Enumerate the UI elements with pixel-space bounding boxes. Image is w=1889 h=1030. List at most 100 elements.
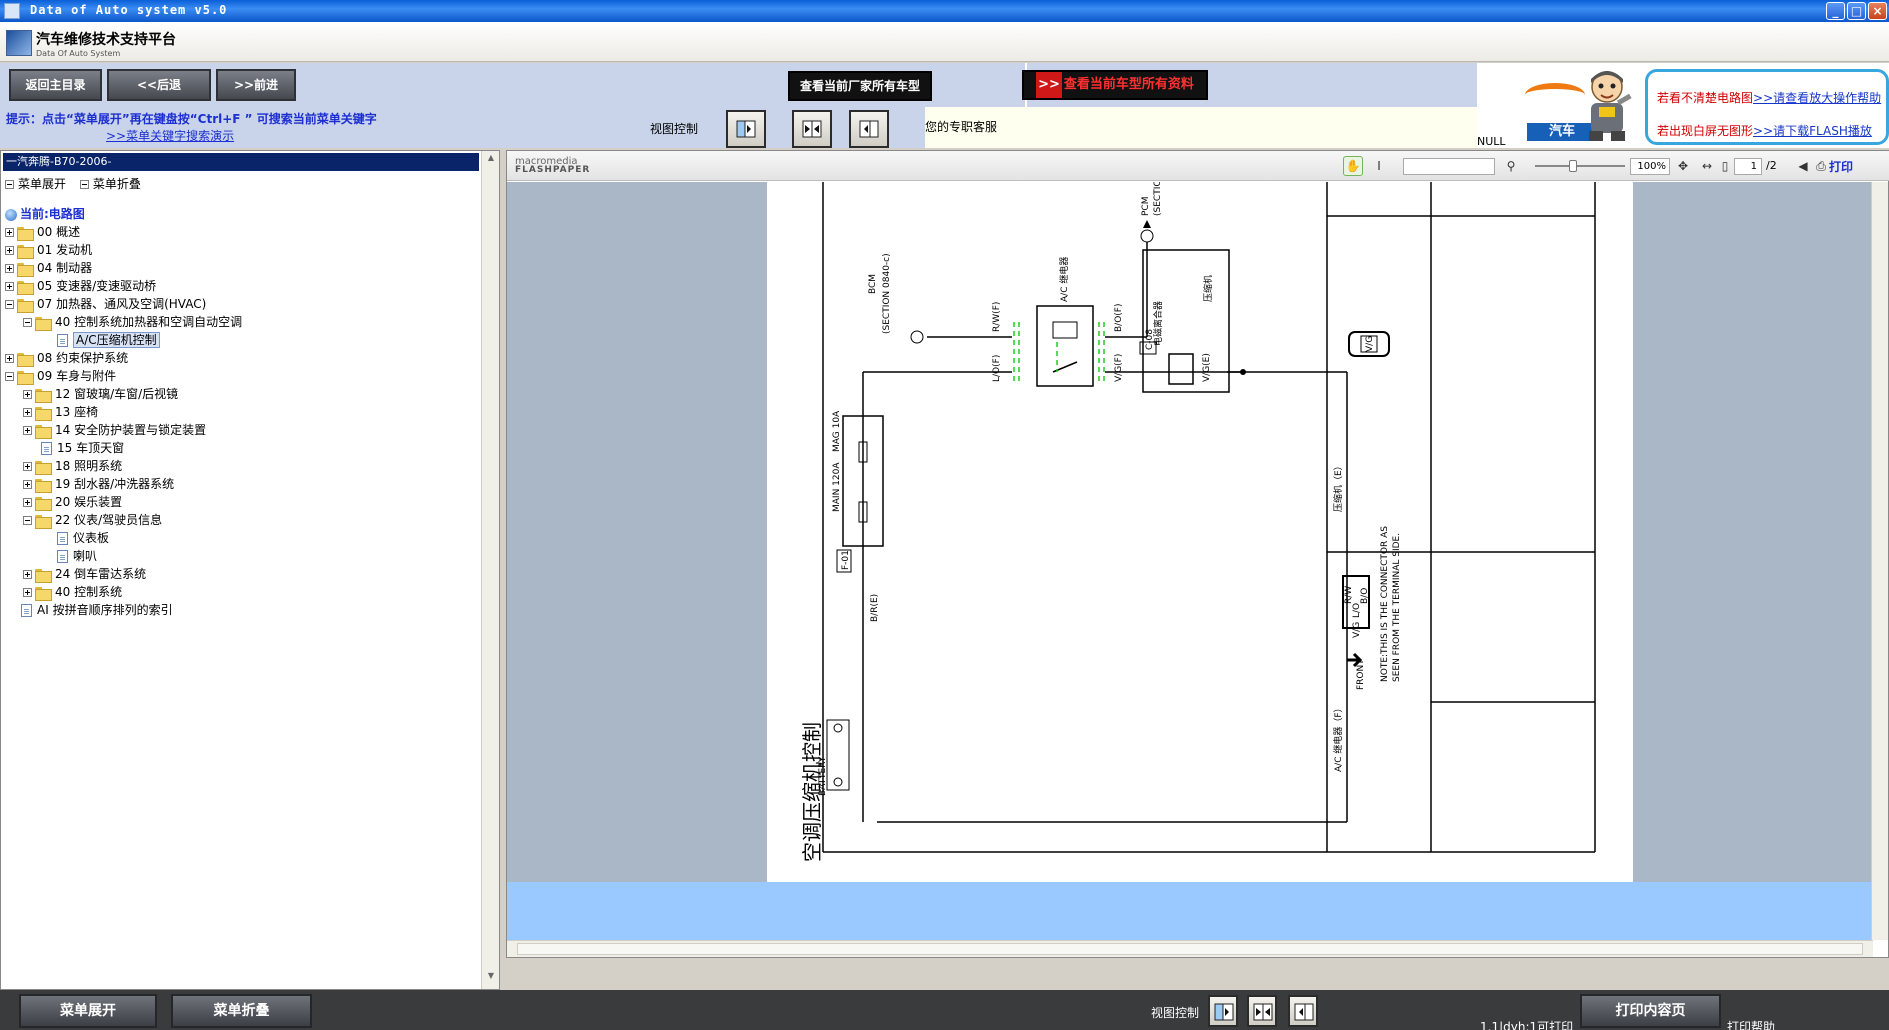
tree-item[interactable]: 40 控制系统加热器和空调自动空调 — [23, 313, 242, 331]
tree-item[interactable]: 07 加热器、通风及空调(HVAC) — [5, 295, 206, 313]
tree-item[interactable]: 00 概述 — [5, 223, 80, 241]
footer-view-split-button[interactable] — [1247, 995, 1277, 1027]
pin-bo-label: B/O — [1360, 588, 1370, 604]
footer-view-left-button[interactable] — [1208, 995, 1238, 1027]
page-number-field[interactable]: 1 — [1734, 158, 1762, 175]
tree-expand-all[interactable]: 菜单展开 — [5, 175, 66, 192]
document-canvas[interactable]: BCM (SECTION 0840-c) PCM (SECTION A/C 继电… — [507, 173, 1873, 882]
folder-icon — [35, 478, 52, 493]
search-demo-link[interactable]: >>菜单关键字搜索演示 — [106, 127, 234, 144]
tree-item[interactable]: 13 座椅 — [23, 403, 98, 421]
folder-icon — [17, 262, 34, 277]
view-left-panel-button[interactable] — [726, 110, 766, 148]
flashpaper-logo: macromedia FLASHPAPER — [515, 157, 590, 175]
expand-icon[interactable] — [23, 462, 32, 471]
tree-item-label: 08 约束保护系统 — [37, 351, 129, 365]
wire-lo-label: L/O(F) — [992, 355, 1002, 382]
text-select-icon[interactable]: I — [1369, 156, 1389, 176]
expand-icon[interactable] — [5, 264, 14, 273]
search-input[interactable] — [1403, 158, 1495, 175]
hand-tool-icon[interactable]: ✋ — [1343, 156, 1363, 176]
all-models-button[interactable]: 查看当前厂家所有车型 — [788, 71, 932, 101]
collapse-icon[interactable] — [5, 300, 14, 309]
footer-expand-button[interactable]: 菜单展开 — [19, 994, 157, 1028]
expand-icon[interactable] — [5, 246, 14, 255]
tree-collapse-all[interactable]: 菜单折叠 — [79, 175, 141, 192]
printer-icon[interactable]: ⎙ — [1811, 156, 1831, 176]
zoom-slider-knob[interactable] — [1569, 160, 1577, 172]
view-split-button[interactable] — [792, 110, 832, 148]
print-help-link[interactable]: 打印帮助 — [1727, 1018, 1775, 1030]
tree-item[interactable]: 24 倒车雷达系统 — [23, 565, 146, 583]
collapse-icon[interactable] — [23, 318, 32, 327]
tree-item[interactable]: AI 按拼音顺序排列的索引 — [21, 601, 173, 619]
tree-item[interactable]: 喇叭 — [57, 547, 97, 565]
tree-item[interactable]: 09 车身与附件 — [5, 367, 116, 385]
collapse-icon[interactable] — [23, 516, 32, 525]
fit-page-icon[interactable]: ✥ — [1673, 156, 1693, 176]
minimize-button[interactable]: _ — [1826, 2, 1845, 20]
previous-page-icon[interactable]: ◀ — [1793, 156, 1813, 176]
zoom-help-link[interactable]: >>请查看放大操作帮助 — [1753, 91, 1881, 105]
app-header: 汽车维修技术支持平台 Data Of Auto System — [0, 22, 1889, 62]
tree-scrollbar[interactable]: ▲ ▼ — [481, 151, 499, 989]
viewer-toolbar: macromedia FLASHPAPER ✋ I ⚲ 100% ✥ ↔ ▯ 1 … — [507, 151, 1889, 181]
two-page-icon[interactable]: ▯ — [1715, 156, 1735, 176]
tree-item[interactable]: 08 约束保护系统 — [5, 349, 128, 367]
collapse-icon[interactable] — [5, 372, 14, 381]
maximize-button[interactable]: □ — [1847, 2, 1866, 20]
expand-icon[interactable] — [5, 282, 14, 291]
horizontal-scroll-thumb[interactable] — [517, 943, 1863, 955]
footer-collapse-button[interactable]: 菜单折叠 — [171, 994, 312, 1028]
tree-item[interactable]: 12 窗玻璃/车窗/后视镜 — [23, 385, 178, 403]
expand-icon[interactable] — [23, 480, 32, 489]
back-button[interactable]: <<后退 — [107, 69, 211, 101]
all-data-button[interactable]: >> 查看当前车型所有资料 — [1022, 70, 1208, 100]
tree-item[interactable]: 40 控制系统 — [23, 583, 122, 601]
expand-icon[interactable] — [23, 426, 32, 435]
tree-item[interactable]: 15 车顶天窗 — [41, 439, 124, 457]
footer-view-right-button[interactable] — [1288, 995, 1318, 1027]
app-logo-icon — [6, 30, 32, 56]
expand-icon[interactable] — [23, 570, 32, 579]
close-button[interactable]: × — [1868, 2, 1887, 20]
tree-item[interactable]: 05 变速器/变速驱动桥 — [5, 277, 156, 295]
title-bar: Data of Auto system v5.0 _ □ × — [0, 0, 1889, 22]
zoom-field[interactable]: 100% — [1630, 158, 1670, 175]
tree-item[interactable]: 19 刮水器/冲洗器系统 — [23, 475, 174, 493]
footer-bar: 菜单展开 菜单折叠 视图控制 1.1|dyh;1可打印 打印内容页 打印帮助 — [0, 990, 1889, 1030]
print-button[interactable]: 打印 — [1829, 158, 1853, 175]
search-icon[interactable]: ⚲ — [1501, 156, 1521, 176]
view-right-panel-button[interactable] — [849, 110, 889, 148]
green-dash-highlight — [1013, 322, 1105, 382]
folder-icon — [35, 424, 52, 439]
forward-button[interactable]: >>前进 — [216, 69, 296, 101]
expand-icon[interactable] — [23, 588, 32, 597]
fit-width-icon[interactable]: ↔ — [1697, 156, 1717, 176]
home-button[interactable]: 返回主目录 — [9, 69, 102, 101]
print-content-button[interactable]: 打印内容页 — [1580, 994, 1721, 1028]
expand-icon[interactable] — [5, 228, 14, 237]
viewer-vertical-scrollbar[interactable] — [1871, 182, 1888, 940]
tree-item[interactable]: 20 娱乐装置 — [23, 493, 122, 511]
tree-item[interactable]: 04 制动器 — [5, 259, 92, 277]
expand-icon[interactable] — [23, 390, 32, 399]
flash-download-link[interactable]: >>请下载FLASH播放 — [1753, 124, 1872, 138]
tree-item[interactable]: 仪表板 — [57, 529, 109, 547]
tree-item-selected[interactable]: A/C压缩机控制 — [57, 331, 160, 349]
tree-item[interactable]: 18 照明系统 — [23, 457, 122, 475]
tree-item[interactable]: 14 安全防护装置与锁定装置 — [23, 421, 206, 439]
expand-icon[interactable] — [23, 498, 32, 507]
document-icon — [57, 550, 68, 563]
expand-icon[interactable] — [23, 408, 32, 417]
pcm-section-label: (SECTION — [1153, 182, 1163, 216]
tree-item[interactable]: 22 仪表/驾驶员信息 — [23, 511, 162, 529]
zoom-slider[interactable] — [1535, 160, 1625, 172]
close-icon: × — [1872, 4, 1883, 18]
expand-icon[interactable] — [5, 354, 14, 363]
mechanic-mascot-icon — [1589, 71, 1632, 141]
scroll-down-icon[interactable]: ▼ — [485, 971, 497, 985]
scroll-up-icon[interactable]: ▲ — [485, 153, 497, 167]
viewer-horizontal-scrollbar[interactable] — [507, 940, 1873, 957]
tree-item[interactable]: 01 发动机 — [5, 241, 92, 259]
